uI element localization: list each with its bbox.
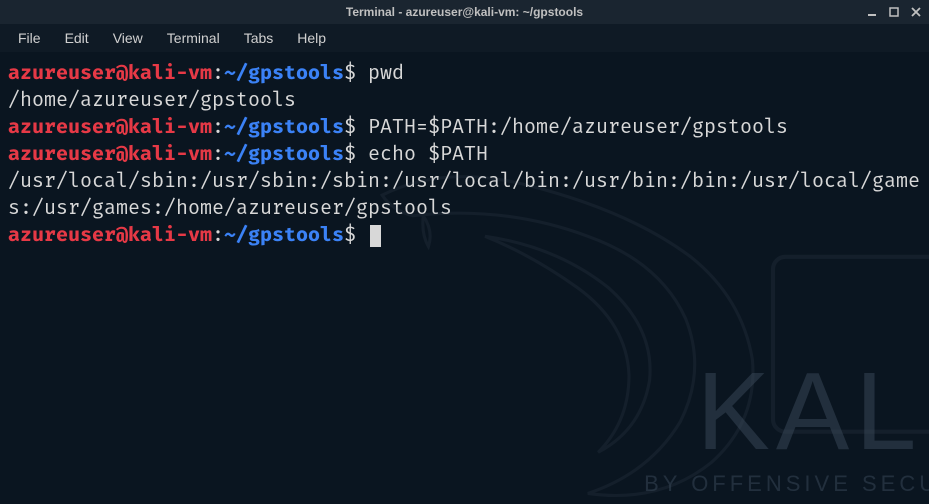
prompt-user: azureuser@kali-vm xyxy=(8,223,212,247)
maximize-button[interactable] xyxy=(887,5,901,19)
prompt-user: azureuser@kali-vm xyxy=(8,115,212,139)
terminal-output-line: /usr/local/sbin:/usr/sbin:/sbin:/usr/loc… xyxy=(8,168,921,222)
command-text: PATH=$PATH:/home/azureuser/gpstools xyxy=(368,115,788,139)
prompt-symbol: $ xyxy=(344,142,356,166)
prompt-separator: : xyxy=(212,115,224,139)
prompt-separator: : xyxy=(212,223,224,247)
kali-subtitle: BY OFFENSIVE SECUR xyxy=(644,469,929,499)
prompt-separator: : xyxy=(212,61,224,85)
prompt-separator: : xyxy=(212,142,224,166)
menu-view[interactable]: View xyxy=(103,26,153,50)
terminal-output-line: /home/azureuser/gpstools xyxy=(8,87,921,114)
terminal-output[interactable]: KALI BY OFFENSIVE SECUR azureuser@kali-v… xyxy=(0,52,929,504)
terminal-line: azureuser@kali-vm:~/gpstools$ pwd xyxy=(8,60,921,87)
window-title: Terminal - azureuser@kali-vm: ~/gpstools xyxy=(346,5,583,19)
titlebar: Terminal - azureuser@kali-vm: ~/gpstools xyxy=(0,0,929,24)
menu-edit[interactable]: Edit xyxy=(55,26,99,50)
terminal-line: azureuser@kali-vm:~/gpstools$ PATH=$PATH… xyxy=(8,114,921,141)
menu-tabs[interactable]: Tabs xyxy=(234,26,284,50)
menu-terminal[interactable]: Terminal xyxy=(157,26,230,50)
command-text: pwd xyxy=(368,61,404,85)
menu-file[interactable]: File xyxy=(8,26,51,50)
prompt-symbol: $ xyxy=(344,61,356,85)
terminal-line: azureuser@kali-vm:~/gpstools$ xyxy=(8,222,921,249)
minimize-button[interactable] xyxy=(865,5,879,19)
prompt-symbol: $ xyxy=(344,223,356,247)
prompt-user: azureuser@kali-vm xyxy=(8,61,212,85)
close-button[interactable] xyxy=(909,5,923,19)
command-text: echo $PATH xyxy=(368,142,488,166)
prompt-path: ~/gpstools xyxy=(224,223,344,247)
background-branding: KALI BY OFFENSIVE SECUR xyxy=(644,362,929,499)
prompt-user: azureuser@kali-vm xyxy=(8,142,212,166)
menubar: File Edit View Terminal Tabs Help xyxy=(0,24,929,52)
prompt-path: ~/gpstools xyxy=(224,142,344,166)
window-controls xyxy=(865,5,923,19)
cursor xyxy=(370,225,381,247)
prompt-symbol: $ xyxy=(344,115,356,139)
kali-logo-text: KALI xyxy=(644,362,929,461)
terminal-line: azureuser@kali-vm:~/gpstools$ echo $PATH xyxy=(8,141,921,168)
prompt-path: ~/gpstools xyxy=(224,61,344,85)
prompt-path: ~/gpstools xyxy=(224,115,344,139)
menu-help[interactable]: Help xyxy=(287,26,336,50)
